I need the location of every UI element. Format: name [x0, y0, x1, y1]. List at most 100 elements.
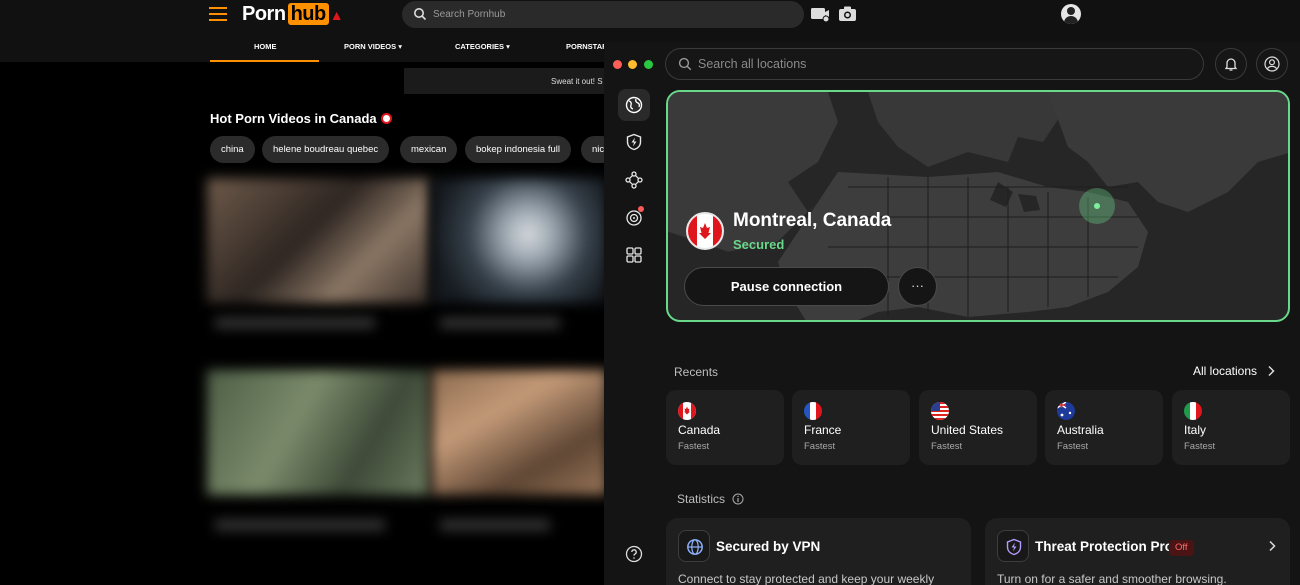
stat-title: Secured by VPN	[716, 539, 821, 554]
stat-title: Threat Protection Pro	[1035, 539, 1174, 554]
recent-location-card[interactable]: Canada Fastest	[666, 390, 784, 465]
search-icon	[414, 8, 427, 21]
video-thumbnail[interactable]	[432, 370, 607, 495]
location-pin-icon	[1094, 203, 1100, 209]
recent-location-card[interactable]: Australia Fastest	[1045, 390, 1163, 465]
secured-by-vpn-card[interactable]: Secured by VPN Connect to stay protected…	[666, 518, 971, 585]
notifications-button[interactable]	[1215, 48, 1247, 80]
logo-text-part2: hub	[287, 3, 329, 25]
connected-location: Montreal, Canada	[733, 210, 892, 231]
nav-porn-videos-label: PORN VIDEOS	[344, 42, 397, 51]
account-icon[interactable]	[1061, 4, 1081, 24]
user-icon	[1264, 56, 1280, 72]
pause-connection-button[interactable]: Pause connection	[684, 267, 889, 306]
video-title-blurred[interactable]	[215, 520, 385, 530]
hamburger-icon[interactable]	[209, 7, 227, 21]
stat-description: Connect to stay protected and keep your …	[678, 572, 935, 585]
video-thumbnail[interactable]	[432, 178, 607, 303]
canada-flag-icon	[380, 113, 392, 124]
recent-location-sub: Fastest	[678, 441, 710, 452]
tag-chip[interactable]: helene boudreau quebec	[262, 136, 390, 163]
video-title-blurred[interactable]	[440, 520, 550, 530]
chevron-right-icon[interactable]	[1266, 365, 1276, 377]
profile-button[interactable]	[1256, 48, 1288, 80]
connection-status: Secured	[733, 237, 785, 252]
upload-icon[interactable]	[810, 5, 830, 23]
shield-bolt-icon	[626, 133, 642, 151]
video-title-blurred[interactable]	[440, 318, 560, 328]
recent-location-sub: Fastest	[931, 441, 963, 452]
recent-location-card[interactable]: France Fastest	[792, 390, 910, 465]
help-icon[interactable]	[625, 545, 643, 563]
stat-icon-box	[678, 530, 710, 562]
canada-flag-icon	[678, 402, 696, 420]
video-title-blurred[interactable]	[215, 318, 375, 328]
recent-location-name: Italy	[1184, 423, 1207, 437]
meshnet-icon	[625, 171, 643, 189]
recent-location-name: Australia	[1057, 423, 1104, 437]
search-icon	[678, 57, 692, 71]
statistics-heading: Statistics	[677, 492, 726, 506]
canada-flag-icon	[686, 212, 724, 250]
stat-description: Turn on for a safer and smoother browsin…	[997, 572, 1227, 585]
site-search-bar[interactable]: Search Pornhub	[402, 1, 804, 28]
stat-icon-box	[997, 530, 1029, 562]
rail-threat-protection-button[interactable]	[618, 126, 650, 158]
alert-dot-icon	[638, 206, 644, 212]
grid-icon	[626, 247, 642, 263]
recent-location-sub: Fastest	[1057, 441, 1089, 452]
threat-protection-card[interactable]: Threat Protection Pro Off Turn on for a …	[985, 518, 1290, 585]
nav-pornstar[interactable]: PORNSTAR	[566, 42, 608, 51]
all-locations-link[interactable]: All locations	[1193, 364, 1257, 378]
shield-bolt-icon	[1006, 538, 1022, 556]
nav-categories-label: CATEGORIES	[455, 42, 505, 51]
tag-chip[interactable]: mexican	[400, 136, 458, 163]
window-maximize-button[interactable]	[644, 60, 653, 69]
nav-active-indicator	[210, 60, 319, 62]
tag-chip[interactable]: bokep indonesia full	[465, 136, 571, 163]
recents-heading: Recents	[674, 365, 719, 379]
nav-porn-videos[interactable]: PORN VIDEOS ▾	[344, 42, 402, 51]
location-search-input[interactable]	[698, 55, 1178, 73]
globe-icon	[687, 539, 703, 555]
recent-location-card[interactable]: United States Fastest	[919, 390, 1037, 465]
chevron-right-icon[interactable]	[1267, 540, 1277, 552]
banner-text: Sweat it out! S	[551, 77, 603, 86]
nav-categories[interactable]: CATEGORIES ▾	[455, 42, 510, 51]
vpn-app-window: Montreal, Canada Secured Pause connectio…	[604, 42, 1300, 585]
location-search[interactable]	[665, 48, 1204, 80]
info-icon[interactable]	[732, 493, 744, 505]
recent-location-sub: Fastest	[1184, 441, 1216, 452]
video-thumbnail[interactable]	[207, 370, 429, 495]
recent-location-name: United States	[931, 423, 1004, 437]
connection-map-card: Montreal, Canada Secured Pause connectio…	[666, 90, 1290, 322]
tag-chip[interactable]: china	[210, 136, 255, 163]
window-minimize-button[interactable]	[628, 60, 637, 69]
logo-text-part1: Porn	[242, 3, 286, 25]
recent-location-name: France	[804, 423, 842, 437]
australia-flag-icon	[1057, 402, 1075, 420]
more-options-button[interactable]: ···	[898, 267, 937, 306]
italy-flag-icon	[1184, 402, 1202, 420]
nav-home[interactable]: HOME	[254, 42, 277, 51]
site-search-placeholder: Search Pornhub	[433, 9, 506, 20]
france-flag-icon	[804, 402, 822, 420]
globe-icon	[625, 96, 643, 114]
caret-down-icon: ▾	[398, 42, 402, 51]
recent-location-card[interactable]: Italy Fastest	[1172, 390, 1290, 465]
section-title: Hot Porn Videos in Canada	[210, 111, 392, 126]
bell-icon	[1224, 58, 1238, 71]
camera-icon[interactable]	[838, 5, 858, 23]
status-badge: Off	[1169, 540, 1194, 556]
rail-servers-button[interactable]	[618, 89, 650, 121]
recent-location-sub: Fastest	[804, 441, 836, 452]
rail-dark-web-monitor-button[interactable]	[618, 201, 650, 233]
rail-meshnet-button[interactable]	[618, 164, 650, 196]
site-banner[interactable]: Sweat it out! S	[404, 68, 624, 94]
section-title-text: Hot Porn Videos in Canada	[210, 111, 377, 126]
window-close-button[interactable]	[613, 60, 622, 69]
rail-apps-button[interactable]	[618, 239, 650, 271]
recent-location-name: Canada	[678, 423, 721, 437]
video-thumbnail[interactable]	[207, 178, 429, 303]
site-logo[interactable]: Porn hub ▲	[242, 3, 344, 26]
